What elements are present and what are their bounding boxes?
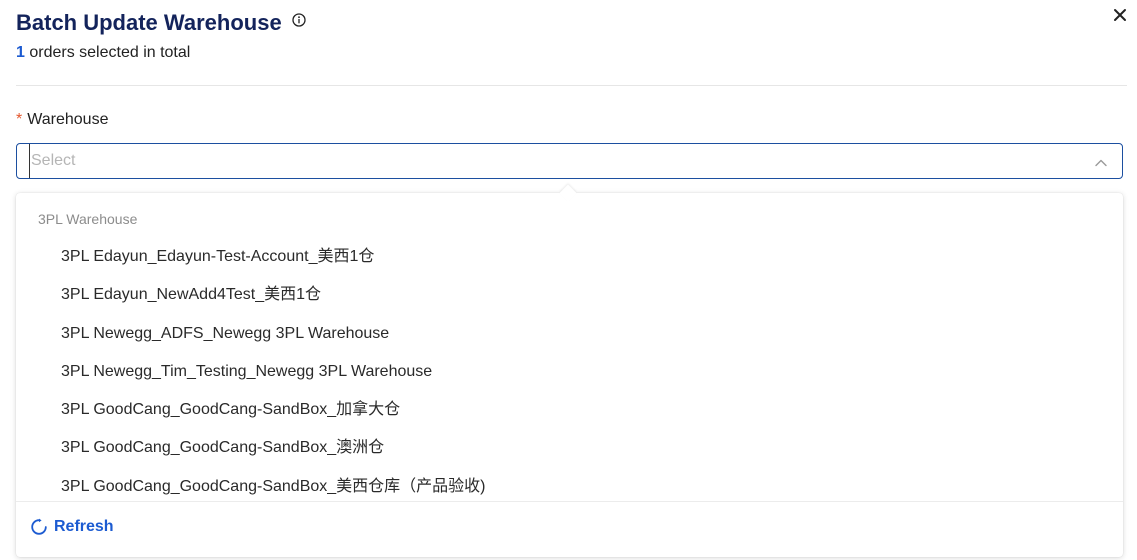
selected-count: 1	[16, 44, 25, 61]
warehouse-option[interactable]: 3PL GoodCang_GoodCang-SandBox_加拿大仓	[16, 391, 1123, 429]
dropdown-footer: Refresh	[16, 501, 1123, 557]
warehouse-label: Warehouse	[27, 111, 109, 128]
warehouse-option[interactable]: 3PL Edayun_Edayun-Test-Account_美西1仓	[16, 238, 1123, 276]
refresh-label: Refresh	[54, 518, 114, 535]
warehouse-dropdown: 3PL Warehouse 3PL Edayun_Edayun-Test-Acc…	[16, 184, 1123, 557]
chevron-up-icon[interactable]	[1094, 155, 1108, 167]
modal-title: Batch Update Warehouse	[16, 10, 282, 35]
dropdown-arrow	[559, 184, 577, 202]
warehouse-option[interactable]: 3PL GoodCang_GoodCang-SandBox_美西仓库（产品验收)	[16, 468, 1123, 500]
option-list[interactable]: 3PL Edayun_Edayun-Test-Account_美西1仓 3PL …	[16, 238, 1123, 500]
refresh-button[interactable]: Refresh	[30, 518, 114, 536]
warehouse-option[interactable]: 3PL Newegg_Tim_Testing_Newegg 3PL Wareho…	[16, 353, 1123, 391]
warehouse-option[interactable]: 3PL Edayun_NewAdd4Test_美西1仓	[16, 276, 1123, 314]
warehouse-field-label: * Warehouse	[16, 111, 108, 129]
option-group-label: 3PL Warehouse	[38, 211, 138, 227]
required-mark: *	[16, 111, 23, 128]
warehouse-option[interactable]: 3PL GoodCang_GoodCang-SandBox_澳洲仓	[16, 429, 1123, 467]
selected-summary-text: orders selected in total	[24, 44, 191, 61]
header-divider	[16, 85, 1127, 86]
warehouse-select[interactable]	[16, 143, 1123, 179]
title-row: Batch Update Warehouse	[16, 8, 1127, 38]
selection-summary: 1 orders selected in total	[16, 44, 1127, 62]
warehouse-search-input[interactable]	[29, 144, 1071, 178]
modal-header: Batch Update Warehouse 1 orders selected…	[16, 8, 1127, 86]
info-icon[interactable]	[292, 13, 306, 27]
close-icon[interactable]	[1113, 8, 1127, 22]
refresh-icon	[30, 518, 48, 536]
batch-update-warehouse-modal: Batch Update Warehouse 1 orders selected…	[0, 0, 1137, 560]
warehouse-option[interactable]: 3PL Newegg_ADFS_Newegg 3PL Warehouse	[16, 315, 1123, 353]
